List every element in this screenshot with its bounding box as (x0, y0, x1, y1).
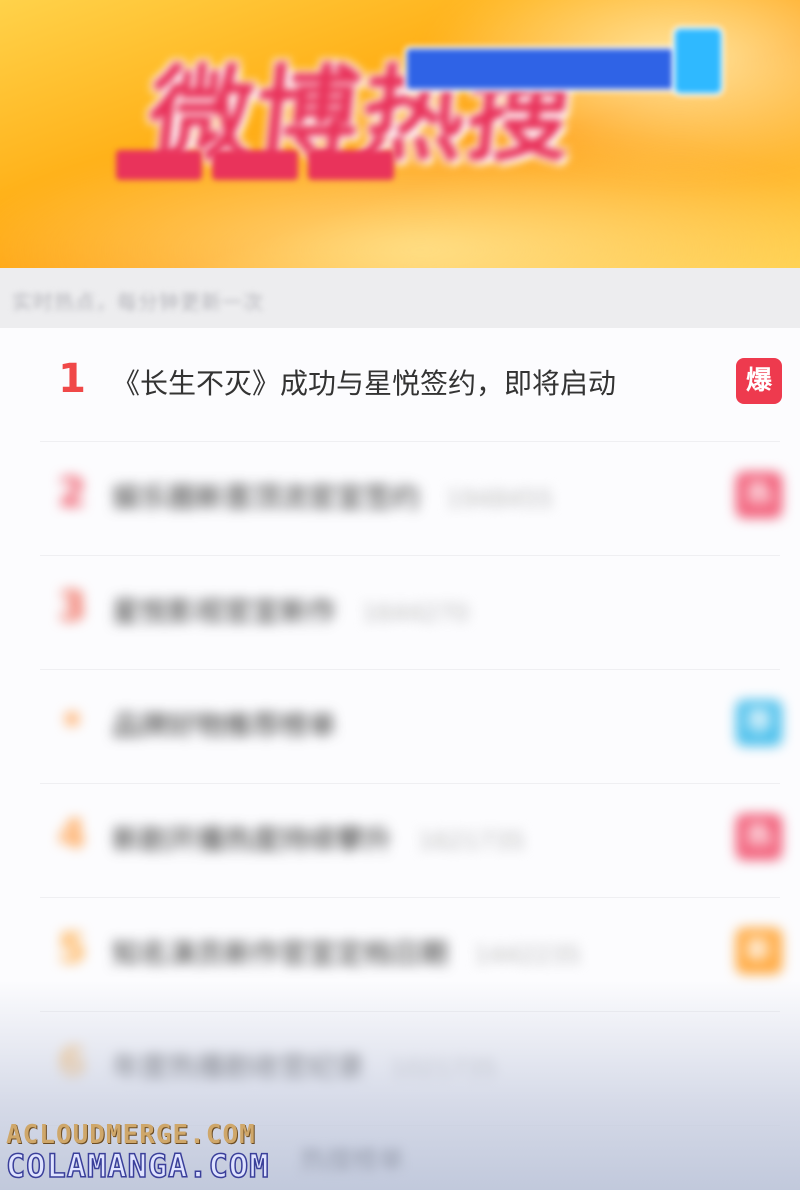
topic-title-text: 星悦影视官宣新作 (112, 595, 337, 628)
rank-number: 2 (58, 470, 86, 516)
topic-title-text: 年度热播剧收官纪录 (112, 1051, 365, 1084)
heat-count: 1442235 (474, 941, 581, 969)
topic-badge: 新 (736, 928, 782, 974)
hot-search-row[interactable]: 2 娱乐圈新晋顶流官宣签约 1948455 热 (0, 442, 800, 556)
topic-title-text: 知名演员新作官宣定档日期 (112, 937, 449, 970)
hot-search-row[interactable]: 1 《长生不灭》成功与星悦签约，即将启动 爆 (0, 328, 800, 442)
topic-title-text: 新剧开播热度持续攀升 (112, 823, 393, 856)
hot-search-row[interactable]: 6 年度热播剧收官纪录 1021735 (0, 1012, 800, 1126)
topic-title[interactable]: 知名演员新作官宣定档日期 1442235 (112, 932, 581, 972)
heat-count: 1021735 (390, 1055, 497, 1083)
hot-search-row[interactable]: • 品牌好物推荐榜单 荐 (0, 670, 800, 784)
logo-tag (212, 150, 298, 180)
topic-title[interactable]: 年度热播剧收官纪录 1021735 (112, 1046, 497, 1086)
topic-badge: 荐 (736, 700, 782, 746)
hot-search-row[interactable]: 3 星悦影视官宣新作 1644270 (0, 556, 800, 670)
rank-number: 5 (58, 926, 86, 972)
topic-title[interactable]: 《长生不灭》成功与星悦签约，即将启动 (112, 362, 616, 402)
rank-number: 6 (58, 1040, 86, 1086)
hot-search-list: 1 《长生不灭》成功与星悦签约，即将启动 爆 2 娱乐圈新晋顶流官宣签约 1948455 热… (0, 328, 800, 1190)
heat-count: 1644270 (362, 599, 469, 627)
banner-blue-pill (404, 46, 678, 92)
rank-number: • (59, 698, 85, 744)
hot-search-row[interactable]: 4 新剧开播热度持续攀升 1621735 热 (0, 784, 800, 898)
watermark-acloudmerge: ACLOUDMERGE.COM (6, 1120, 256, 1150)
rank-number: 4 (58, 812, 86, 858)
topic-title-text: 娱乐圈新晋顶流官宣签约 (112, 481, 421, 514)
logo-tag (308, 150, 394, 180)
hot-search-banner: 微博热搜 (0, 0, 800, 268)
hot-search-row[interactable]: 5 知名演员新作官宣定档日期 1442235 新 (0, 898, 800, 1012)
topic-badge: 热 (736, 814, 782, 860)
topic-title-text: 品牌好物推荐榜单 (112, 709, 337, 742)
ghost-text: 热搜榜单 (300, 1146, 405, 1176)
logo-sub-tags (116, 150, 394, 180)
heat-count: 1948455 (446, 485, 553, 513)
topic-title[interactable]: 新剧开播热度持续攀升 1621735 (112, 818, 525, 858)
watermark-colamanga: COLAMANGA.COM (5, 1147, 270, 1185)
logo-tag (116, 150, 202, 180)
topic-title[interactable]: 娱乐圈新晋顶流官宣签约 1948455 (112, 476, 553, 516)
topic-badge: 热 (736, 472, 782, 518)
rank-number: 1 (58, 356, 86, 402)
topic-title-text: 《长生不灭》成功与星悦签约，即将启动 (112, 367, 617, 400)
topic-title[interactable]: 品牌好物推荐榜单 (112, 704, 336, 744)
rank-number: 3 (58, 584, 86, 630)
topic-title[interactable]: 星悦影视官宣新作 1644270 (112, 590, 469, 630)
banner-blue-tab (672, 26, 724, 96)
heat-count: 1621735 (418, 827, 525, 855)
subheader-text: 实时热点，每分钟更新一次 (12, 290, 264, 314)
topic-badge: 爆 (736, 358, 782, 404)
